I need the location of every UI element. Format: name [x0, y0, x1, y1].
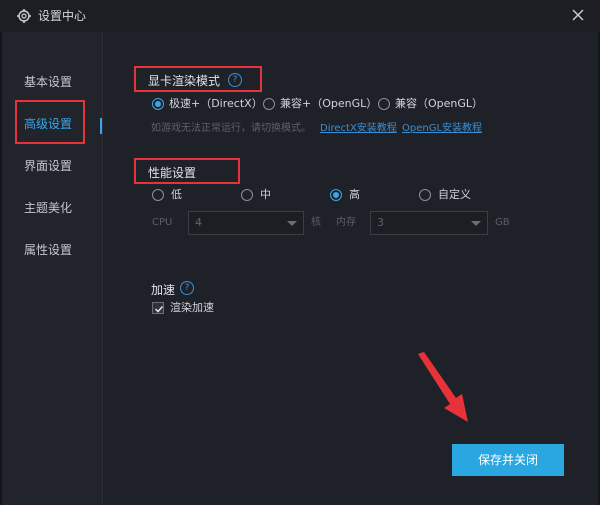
highlight-box-advanced: [15, 100, 85, 144]
acceleration-title: 加速: [151, 283, 176, 297]
render-mode-title: 显卡渲染模式: [148, 74, 221, 88]
close-icon[interactable]: [570, 7, 586, 23]
radio-label-medium: 中: [260, 188, 271, 201]
radio-label-directx: 极速+（DirectX）: [169, 97, 263, 110]
cpu-label: CPU: [152, 217, 173, 228]
performance-title: 性能设置: [148, 166, 197, 180]
sidebar-item-theme[interactable]: 主题美化: [2, 188, 102, 228]
radio-perf-low[interactable]: [152, 189, 164, 201]
opengl-tutorial-link[interactable]: OpenGL安装教程: [402, 122, 482, 136]
radio-render-opengl-plus[interactable]: [263, 98, 275, 110]
chevron-down-icon: [287, 221, 297, 226]
memory-label: 内存: [336, 217, 356, 228]
help-icon[interactable]: ?: [180, 281, 194, 295]
render-acceleration-label: 渲染加速: [170, 301, 214, 314]
directx-tutorial-link[interactable]: DirectX安装教程: [320, 122, 397, 136]
settings-gear-icon: [17, 9, 31, 23]
sidebar-item-interface[interactable]: 界面设置: [2, 146, 102, 186]
help-icon[interactable]: ?: [228, 73, 242, 87]
radio-label-opengl: 兼容（OpenGL）: [395, 97, 484, 110]
radio-perf-medium[interactable]: [241, 189, 253, 201]
cpu-cores-select[interactable]: 4: [188, 211, 304, 235]
radio-perf-custom[interactable]: [419, 189, 431, 201]
checkmark-icon: [154, 305, 164, 313]
memory-value: 3: [377, 216, 384, 229]
active-nav-indicator: [100, 118, 102, 134]
memory-select[interactable]: 3: [370, 211, 488, 235]
radio-render-opengl[interactable]: [378, 98, 390, 110]
sidebar-item-properties[interactable]: 属性设置: [2, 230, 102, 270]
annotation-arrow-icon: [418, 352, 468, 422]
radio-perf-high[interactable]: [330, 189, 342, 201]
cpu-unit-label: 核: [311, 217, 321, 228]
title-bar: 设置中心: [0, 0, 600, 32]
radio-label-opengl-plus: 兼容+（OpenGL）: [280, 97, 378, 110]
render-acceleration-checkbox[interactable]: [152, 302, 164, 314]
radio-label-high: 高: [349, 188, 360, 201]
sidebar-item-basic[interactable]: 基本设置: [2, 62, 102, 102]
radio-render-directx[interactable]: [152, 98, 164, 110]
render-mode-hint: 如游戏无法正常运行，请切换模式。: [151, 123, 311, 134]
radio-label-custom: 自定义: [438, 188, 471, 201]
chevron-down-icon: [471, 221, 481, 226]
save-and-close-button[interactable]: 保存并关闭: [452, 444, 564, 476]
radio-label-low: 低: [171, 188, 182, 201]
memory-unit-label: GB: [495, 217, 510, 228]
cpu-cores-value: 4: [195, 216, 202, 229]
window-title: 设置中心: [38, 9, 87, 23]
